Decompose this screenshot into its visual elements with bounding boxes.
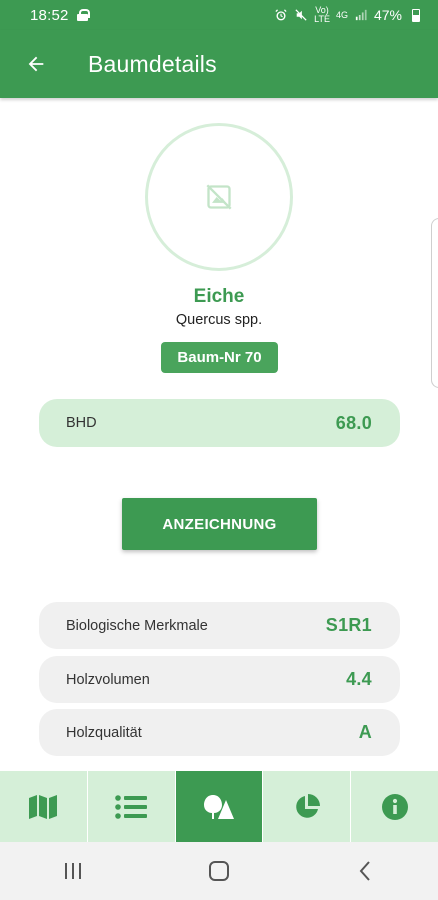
- detail-value: 4.4: [346, 669, 372, 689]
- app-bar: Baumdetails: [0, 30, 438, 98]
- recent-apps-button[interactable]: [0, 842, 146, 900]
- lock-icon: [76, 9, 90, 21]
- bhd-label: BHD: [66, 415, 97, 431]
- home-button[interactable]: [146, 842, 292, 900]
- detail-value: S1R1: [325, 615, 372, 635]
- signal-icon: [355, 9, 367, 21]
- system-back-button[interactable]: [292, 842, 438, 900]
- detail-row-volume: Holzvolumen 4.4: [39, 656, 400, 703]
- nav-info[interactable]: [351, 771, 438, 842]
- system-navigation-bar: [0, 842, 438, 900]
- status-bar: 18:52 Vo) LTE 4G 47%: [0, 0, 438, 30]
- tree-image-placeholder[interactable]: [145, 123, 293, 271]
- nav-statistics[interactable]: [263, 771, 352, 842]
- mute-icon: [295, 9, 307, 21]
- tree-name: Eiche: [193, 286, 245, 307]
- back-button[interactable]: [16, 44, 56, 84]
- recent-apps-icon: [65, 863, 81, 879]
- alarm-icon: [275, 9, 287, 21]
- tree-latin-name: Quercus spp.: [175, 312, 263, 328]
- detail-row-biological: Biologische Merkmale S1R1: [39, 602, 400, 649]
- volte-indicator: Vo) LTE: [314, 6, 330, 24]
- status-icons: Vo) LTE 4G 47%: [274, 6, 420, 24]
- nav-list[interactable]: [88, 771, 176, 842]
- page-title: Baumdetails: [88, 50, 217, 77]
- battery-icon: [412, 8, 420, 22]
- tree-number-badge: Baum-Nr 70: [161, 342, 278, 373]
- detail-label: Biologische Merkmale: [66, 617, 208, 634]
- info-icon: [381, 793, 408, 820]
- arrow-left-icon: [28, 56, 44, 72]
- nav-map[interactable]: [0, 771, 88, 842]
- list-icon: [115, 794, 148, 819]
- edge-panel-handle[interactable]: [431, 218, 438, 388]
- image-off-icon: [206, 184, 232, 210]
- home-icon: [209, 861, 229, 881]
- bhd-value: 68.0: [335, 412, 372, 433]
- tree-shapes-icon: [203, 794, 234, 819]
- volte-bottom: LTE: [314, 14, 330, 24]
- detail-label: Holzvolumen: [66, 671, 150, 688]
- nav-tree-details[interactable]: [175, 771, 264, 842]
- map-icon: [29, 794, 58, 819]
- battery-percent: 47%: [373, 7, 402, 23]
- pie-chart-icon: [296, 793, 320, 818]
- bhd-row: BHD 68.0: [39, 399, 400, 447]
- back-chevron-icon: [359, 861, 370, 881]
- detail-label: Holzqualität: [66, 724, 142, 741]
- bottom-navigation: [0, 771, 438, 842]
- marking-button[interactable]: ANZEICHNUNG: [122, 498, 317, 550]
- status-time: 18:52: [30, 6, 69, 24]
- network-type: 4G: [335, 9, 348, 20]
- detail-value: A: [358, 722, 372, 742]
- detail-row-quality: Holzqualität A: [39, 709, 400, 756]
